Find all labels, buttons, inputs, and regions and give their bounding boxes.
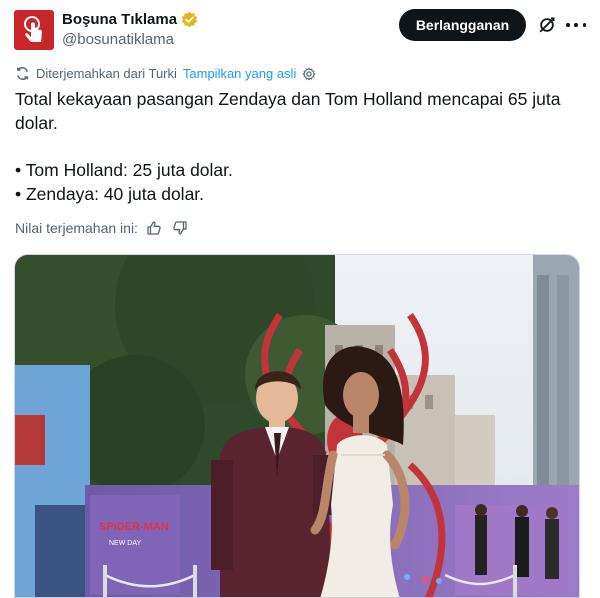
gear-icon[interactable] bbox=[302, 66, 316, 81]
rate-label: Nilai terjemahan ini: bbox=[15, 220, 138, 236]
tweet-bullet: • Zendaya: 40 juta dolar. bbox=[15, 184, 205, 204]
tweet-header: Boşuna Tıklama @bosunatiklama Berlanggan… bbox=[14, 8, 586, 52]
rate-translation-row: Nilai terjemahan ini: bbox=[15, 220, 188, 236]
tweet-bullet: • Tom Holland: 25 juta dolar. bbox=[15, 160, 233, 180]
user-handle[interactable]: @bosunatiklama bbox=[62, 31, 174, 48]
poster-text: NEW DAY bbox=[109, 540, 141, 547]
tweet-line: Total kekayaan pasangan Zendaya dan Tom … bbox=[15, 89, 561, 133]
avatar[interactable] bbox=[14, 10, 54, 50]
more-options-icon[interactable] bbox=[566, 16, 586, 34]
display-name[interactable]: Boşuna Tıklama bbox=[62, 11, 177, 28]
translate-icon bbox=[16, 67, 29, 80]
translation-note: Diterjemahkan dari Turki bbox=[36, 66, 177, 81]
subscribe-button[interactable]: Berlangganan bbox=[399, 9, 526, 41]
premiere-photo: SPIDER-MAN NEW DAY bbox=[15, 255, 579, 598]
backdrop-text: SPIDER-MAN bbox=[99, 521, 169, 533]
grok-icon[interactable] bbox=[538, 16, 556, 34]
tweet-photo[interactable]: SPIDER-MAN NEW DAY bbox=[14, 254, 580, 598]
tweet-card: Boşuna Tıklama @bosunatiklama Berlanggan… bbox=[0, 0, 600, 598]
show-original-link[interactable]: Tampilkan yang asli bbox=[183, 66, 296, 81]
thumbs-down-icon[interactable] bbox=[172, 220, 188, 236]
translation-row: Diterjemahkan dari Turki Tampilkan yang … bbox=[15, 66, 316, 81]
tweet-text: Total kekayaan pasangan Zendaya dan Tom … bbox=[15, 87, 585, 206]
verified-badge-icon bbox=[181, 11, 198, 28]
thumbs-up-icon[interactable] bbox=[146, 220, 162, 236]
hand-pointer-icon bbox=[24, 16, 42, 42]
